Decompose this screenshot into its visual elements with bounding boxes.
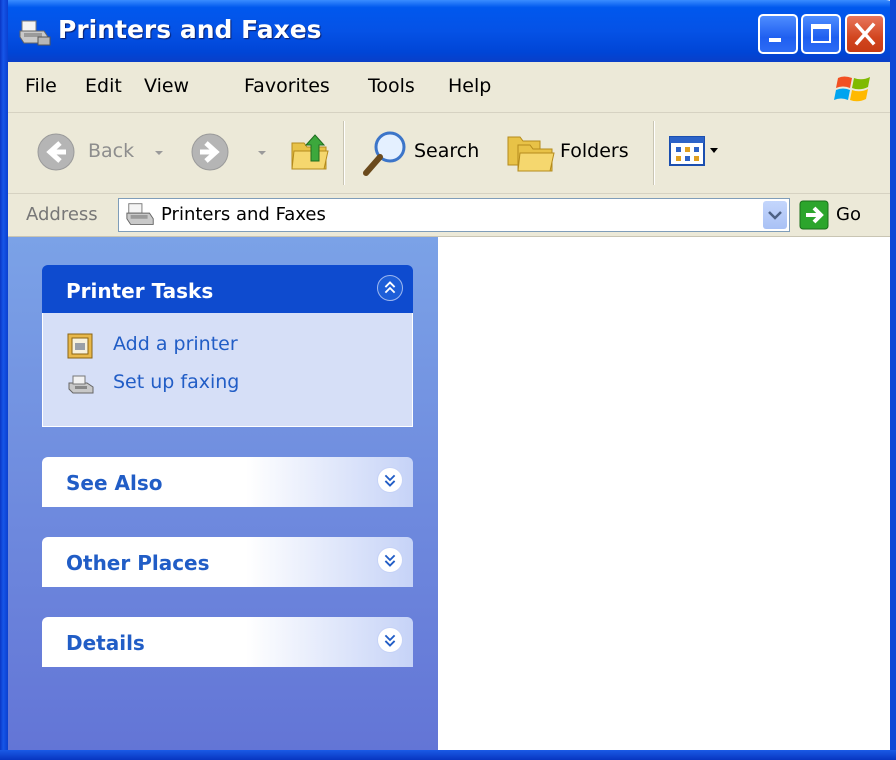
chevron-down-icon	[768, 211, 782, 220]
back-dropdown-icon[interactable]	[153, 149, 165, 157]
toolbar-separator	[343, 121, 345, 185]
minimize-icon	[769, 38, 781, 42]
menu-help[interactable]: Help	[448, 75, 491, 97]
task-pane: Printer Tasks Add a printer Set up faxin…	[8, 237, 438, 750]
maximize-button[interactable]	[801, 14, 841, 54]
printer-tasks-body: Add a printer Set up faxing	[42, 313, 413, 427]
set-up-faxing-label[interactable]: Set up faxing	[113, 371, 239, 393]
views-icon[interactable]	[668, 135, 722, 169]
other-places-title: Other Places	[66, 551, 210, 575]
printers-folder-icon	[126, 203, 154, 225]
maximize-icon	[811, 24, 831, 43]
menu-tools[interactable]: Tools	[368, 75, 415, 97]
expand-chevron-icon[interactable]	[377, 467, 403, 493]
add-printer-label[interactable]: Add a printer	[113, 333, 238, 355]
menu-view[interactable]: View	[144, 75, 189, 97]
minimize-button[interactable]	[758, 14, 798, 54]
details-header[interactable]: Details	[42, 617, 413, 667]
folder-up-icon[interactable]	[288, 129, 334, 173]
window-frame-right	[890, 0, 896, 760]
menu-bar: File Edit View Favorites Tools Help	[8, 62, 890, 113]
standard-toolbar: Back Search Folders	[8, 113, 890, 194]
window-frame-bottom	[0, 750, 896, 760]
back-label[interactable]: Back	[88, 140, 134, 162]
expand-chevron-icon[interactable]	[377, 547, 403, 573]
menu-edit[interactable]: Edit	[85, 75, 122, 97]
file-list-area[interactable]	[438, 237, 890, 750]
menu-file[interactable]: File	[25, 75, 57, 97]
windows-logo-icon	[834, 76, 870, 102]
add-printer-icon	[67, 333, 93, 359]
see-also-header[interactable]: See Also	[42, 457, 413, 507]
printer-tasks-title: Printer Tasks	[66, 279, 214, 303]
go-button[interactable]: Go	[836, 204, 861, 225]
search-magnifier-icon[interactable]	[360, 127, 410, 179]
see-also-title: See Also	[66, 471, 163, 495]
details-title: Details	[66, 631, 145, 655]
address-dropdown-button[interactable]	[763, 201, 787, 229]
toolbar-separator	[653, 121, 655, 185]
address-label: Address	[26, 204, 98, 225]
expand-chevron-icon[interactable]	[377, 627, 403, 653]
title-bar[interactable]: Printers and Faxes	[0, 0, 896, 62]
go-arrow-icon[interactable]	[799, 200, 829, 230]
close-button[interactable]	[845, 14, 885, 54]
back-arrow-icon[interactable]	[36, 132, 76, 172]
other-places-header[interactable]: Other Places	[42, 537, 413, 587]
folders-icon[interactable]	[504, 129, 556, 175]
address-bar: Address Printers and Faxes Go	[8, 194, 890, 237]
printer-tasks-header[interactable]: Printer Tasks	[42, 265, 413, 313]
forward-dropdown-icon[interactable]	[256, 149, 268, 157]
address-field[interactable]: Printers and Faxes	[118, 198, 790, 232]
printers-folder-icon	[19, 20, 51, 46]
address-value: Printers and Faxes	[161, 204, 326, 225]
folders-button[interactable]: Folders	[560, 140, 629, 162]
search-button[interactable]: Search	[414, 140, 479, 162]
forward-arrow-icon[interactable]	[190, 132, 230, 172]
menu-favorites[interactable]: Favorites	[244, 75, 330, 97]
explorer-window: Printers and Faxes File Edit View Favori…	[0, 0, 896, 760]
collapse-chevron-icon[interactable]	[377, 275, 403, 301]
window-title: Printers and Faxes	[58, 15, 322, 44]
window-frame-left	[0, 0, 8, 760]
fax-icon	[68, 375, 94, 394]
close-icon	[854, 22, 876, 46]
